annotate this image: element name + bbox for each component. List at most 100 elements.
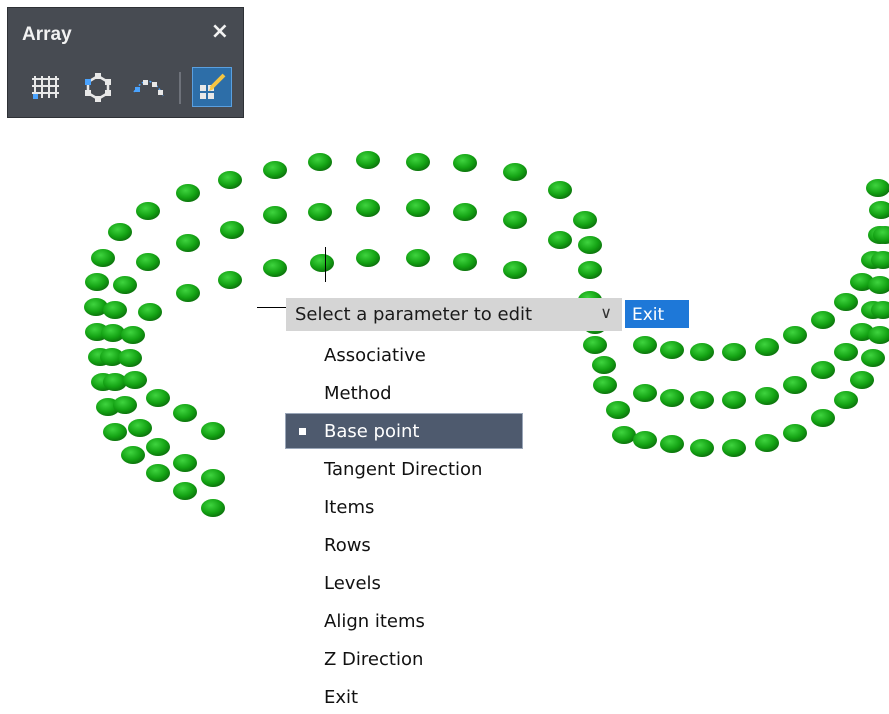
- array-point: [103, 301, 127, 319]
- menu-item-align-items[interactable]: Align items: [286, 604, 522, 638]
- prompt-leader-line: [257, 307, 286, 308]
- array-point: [633, 384, 657, 402]
- array-point: [834, 391, 858, 409]
- array-point: [660, 435, 684, 453]
- toolbar-separator: [179, 72, 181, 104]
- array-point: [113, 396, 137, 414]
- array-point: [85, 273, 109, 291]
- array-point: [755, 434, 779, 452]
- menu-item-exit[interactable]: Exit: [286, 680, 522, 714]
- array-point: [690, 439, 714, 457]
- menu-item-tangent-direction[interactable]: Tangent Direction: [286, 452, 522, 486]
- array-point: [503, 261, 527, 279]
- array-point: [121, 326, 145, 344]
- array-point: [583, 336, 607, 354]
- array-point: [660, 341, 684, 359]
- menu-item-method[interactable]: Method: [286, 376, 522, 410]
- array-point: [91, 249, 115, 267]
- edit-array-icon[interactable]: [192, 67, 232, 107]
- array-point: [108, 223, 132, 241]
- array-point: [866, 179, 889, 197]
- array-point: [310, 254, 334, 272]
- array-point: [138, 303, 162, 321]
- array-point: [201, 422, 225, 440]
- array-point: [811, 409, 835, 427]
- array-point: [578, 261, 602, 279]
- array-point: [503, 163, 527, 181]
- array-point: [173, 404, 197, 422]
- array-point: [722, 439, 746, 457]
- path-array-icon[interactable]: [129, 68, 167, 106]
- array-point: [633, 431, 657, 449]
- array-point: [578, 236, 602, 254]
- array-point: [220, 221, 244, 239]
- array-point: [201, 469, 225, 487]
- array-point: [503, 211, 527, 229]
- array-point: [593, 376, 617, 394]
- array-point: [146, 464, 170, 482]
- array-point: [755, 387, 779, 405]
- array-point: [218, 271, 242, 289]
- crosshair-cursor: [325, 247, 326, 282]
- array-point: [146, 438, 170, 456]
- array-point: [356, 199, 380, 217]
- array-point: [176, 284, 200, 302]
- array-point: [834, 343, 858, 361]
- polar-array-icon[interactable]: [79, 68, 117, 106]
- array-point: [834, 293, 858, 311]
- array-point: [722, 343, 746, 361]
- array-point: [548, 231, 572, 249]
- array-point: [660, 389, 684, 407]
- array-point: [869, 201, 889, 219]
- array-point: [453, 154, 477, 172]
- selected-bullet-icon: [299, 428, 306, 435]
- array-point: [690, 391, 714, 409]
- array-point: [783, 376, 807, 394]
- array-point: [218, 171, 242, 189]
- array-point: [783, 326, 807, 344]
- array-point: [592, 356, 616, 374]
- array-point: [406, 249, 430, 267]
- toolbar-title: Array: [22, 24, 72, 45]
- array-point: [811, 311, 835, 329]
- exit-button[interactable]: Exit: [625, 300, 689, 328]
- array-point: [406, 199, 430, 217]
- menu-item-associative[interactable]: Associative: [286, 338, 522, 372]
- array-point: [263, 259, 287, 277]
- array-point: [146, 389, 170, 407]
- array-point: [356, 151, 380, 169]
- array-point: [128, 419, 152, 437]
- menu-item-items[interactable]: Items: [286, 490, 522, 524]
- array-point: [861, 349, 885, 367]
- menu-item-levels[interactable]: Levels: [286, 566, 522, 600]
- array-point: [103, 423, 127, 441]
- array-point: [453, 253, 477, 271]
- menu-item-base-point[interactable]: Base point: [285, 413, 523, 449]
- array-point: [406, 153, 430, 171]
- rectangular-array-icon[interactable]: [26, 68, 64, 106]
- array-point: [755, 338, 779, 356]
- array-point: [573, 211, 597, 229]
- chevron-down-icon[interactable]: ∨: [600, 303, 612, 322]
- parameter-prompt[interactable]: Select a parameter to edit ∨: [286, 298, 622, 331]
- array-point: [263, 161, 287, 179]
- array-point: [173, 454, 197, 472]
- array-point: [850, 371, 874, 389]
- array-point: [548, 181, 572, 199]
- array-point: [612, 426, 636, 444]
- close-icon[interactable]: ×: [211, 20, 229, 44]
- array-point: [136, 253, 160, 271]
- array-toolbar: Array ×: [7, 7, 244, 118]
- menu-item-rows[interactable]: Rows: [286, 528, 522, 562]
- array-point: [811, 361, 835, 379]
- array-point: [606, 401, 630, 419]
- array-point: [118, 349, 142, 367]
- array-point: [356, 249, 380, 267]
- array-point: [633, 336, 657, 354]
- array-point: [453, 203, 477, 221]
- array-point: [136, 202, 160, 220]
- array-point: [201, 499, 225, 517]
- array-point: [176, 184, 200, 202]
- array-point: [176, 234, 200, 252]
- menu-item-z-direction[interactable]: Z Direction: [286, 642, 522, 676]
